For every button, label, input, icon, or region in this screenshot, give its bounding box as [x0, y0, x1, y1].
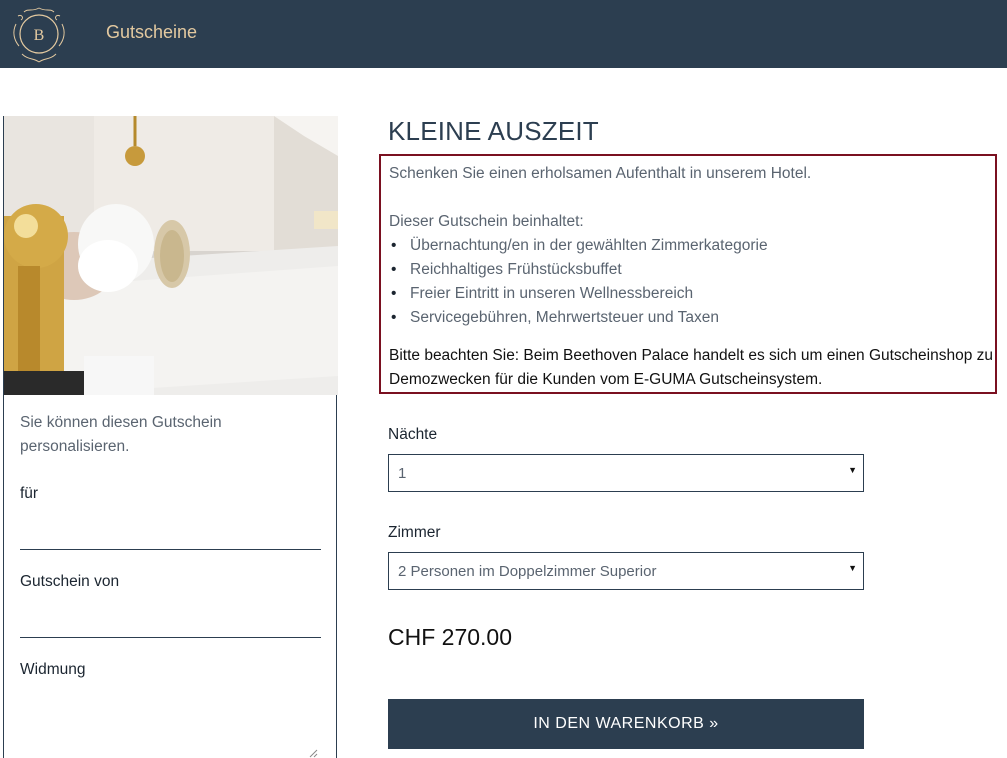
- nights-select[interactable]: 1 ▼: [388, 454, 864, 492]
- demo-notice: Bitte beachten Sie: Beim Beethoven Palac…: [389, 347, 994, 388]
- personalization-intro: Sie können diesen Gutschein personalisie…: [20, 414, 222, 455]
- bullet-icon: •: [391, 261, 397, 278]
- product-title: KLEINE AUSZEIT: [388, 116, 599, 146]
- from-label: Gutschein von: [20, 573, 120, 590]
- room-selected-value: 2 Personen im Doppelzimmer Superior: [398, 563, 657, 580]
- logo-letter: B: [34, 27, 45, 44]
- list-item: • Servicegebühren, Mehrwertsteuer und Tax…: [389, 306, 768, 330]
- bullet-icon: •: [391, 309, 397, 326]
- product-description: Schenken Sie einen erholsamen Aufenthalt…: [389, 165, 812, 182]
- bullet-icon: •: [391, 285, 397, 302]
- for-input[interactable]: [20, 518, 321, 550]
- includes-title: Dieser Gutschein beinhaltet:: [389, 213, 584, 230]
- price-display: CHF 270.00: [388, 624, 513, 650]
- dropdown-caret-icon: ▼: [848, 563, 857, 573]
- list-item: • Übernachtung/en in der gewählten Zimmer…: [389, 234, 768, 258]
- dropdown-caret-icon: ▼: [848, 465, 857, 475]
- dedication-textarea[interactable]: [16, 680, 317, 750]
- list-item: • Reichhaltiges Frühstücksbuffet: [389, 258, 768, 282]
- room-label: Zimmer: [388, 524, 441, 541]
- nav-link-gutscheine[interactable]: Gutscheine: [106, 22, 197, 43]
- add-to-cart-button[interactable]: IN DEN WARENKORB »: [388, 699, 864, 749]
- personalization-card: Sie können diesen Gutschein personalisie…: [3, 116, 338, 758]
- from-input[interactable]: [20, 606, 321, 638]
- nights-selected-value: 1: [398, 465, 407, 482]
- top-navigation-bar: B Gutscheine: [0, 0, 1007, 68]
- includes-list: • Übernachtung/en in der gewählten Zimmer…: [389, 234, 768, 330]
- product-info-box: Schenken Sie einen erholsamen Aufenthalt…: [379, 154, 997, 394]
- dedication-label: Widmung: [20, 661, 86, 678]
- hotel-room-image: [4, 116, 338, 395]
- hotel-logo-icon[interactable]: B: [10, 4, 68, 64]
- for-label: für: [20, 485, 39, 502]
- list-item: • Freier Eintritt in unseren Wellnessbere…: [389, 282, 768, 306]
- bullet-icon: •: [391, 237, 397, 254]
- room-select[interactable]: 2 Personen im Doppelzimmer Superior ▼: [388, 552, 864, 590]
- resize-grip-icon[interactable]: [308, 748, 318, 758]
- nights-label: Nächte: [388, 426, 438, 443]
